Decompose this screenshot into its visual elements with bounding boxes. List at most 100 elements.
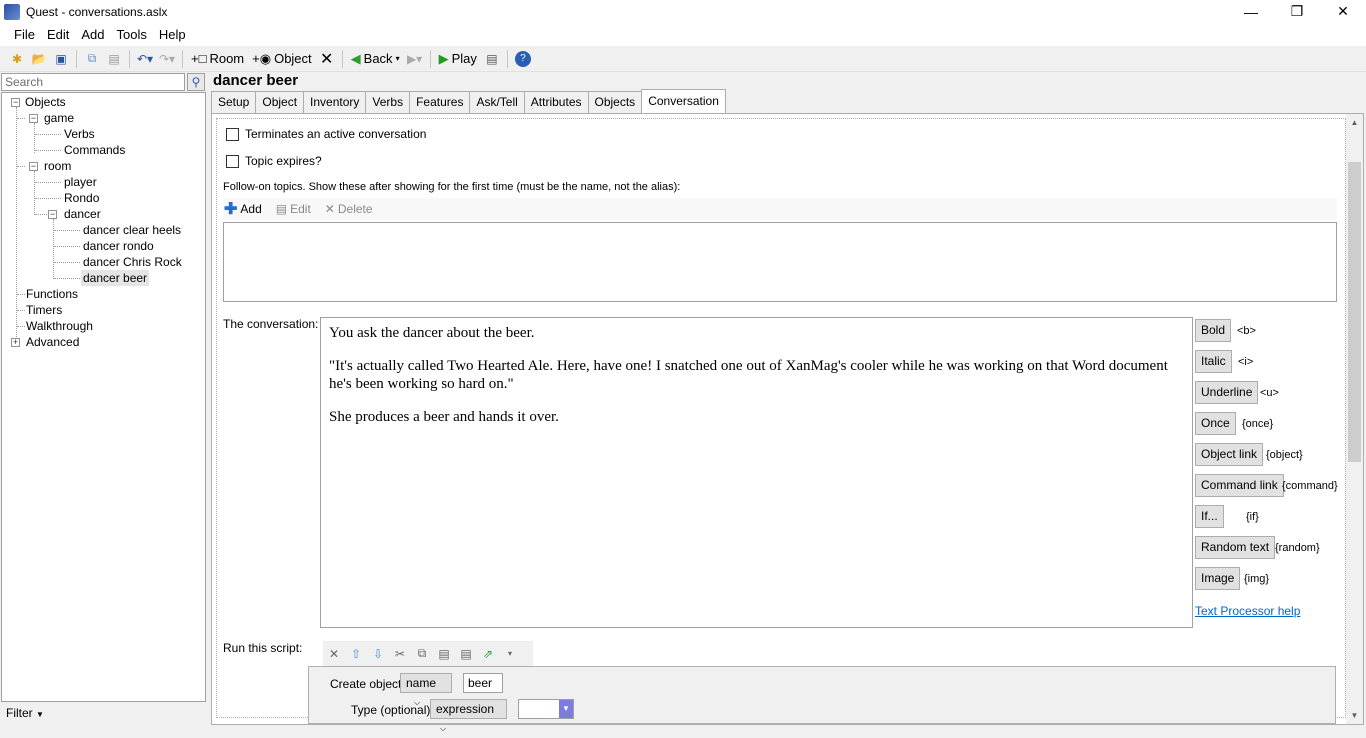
tree-item-advanced[interactable]: Advanced xyxy=(26,335,79,349)
type-input[interactable]: ▼ xyxy=(518,699,574,719)
random-text-button[interactable]: Random text xyxy=(1195,536,1276,559)
name-input[interactable]: beer xyxy=(463,673,503,693)
scroll-up-icon[interactable]: ▲ xyxy=(1346,114,1363,131)
vertical-scrollbar[interactable]: ▲ ▼ xyxy=(1346,114,1363,724)
save-icon[interactable]: ▣ xyxy=(53,51,69,67)
tab-inventory[interactable]: Inventory xyxy=(303,91,367,113)
chevron-down-icon[interactable]: ▾ xyxy=(502,646,518,662)
name-select[interactable]: name ⌵ xyxy=(400,673,452,707)
run-script-label: Run this script: xyxy=(223,641,303,655)
plus-icon: +□ xyxy=(191,51,207,66)
tab-objects[interactable]: Objects xyxy=(587,91,643,113)
cut-icon[interactable]: ✂ xyxy=(392,646,408,662)
underline-button[interactable]: Underline xyxy=(1195,381,1259,404)
move-down-icon[interactable]: ⇩ xyxy=(370,646,386,662)
follow-on-list[interactable] xyxy=(223,222,1337,302)
chevron-down-icon[interactable]: ▼ xyxy=(559,700,573,718)
new-file-icon[interactable]: ✱ xyxy=(9,51,25,67)
paste-icon[interactable]: ▤ xyxy=(436,646,452,662)
tree-item-dancer[interactable]: dancer xyxy=(64,207,101,221)
tree-item-commands[interactable]: Commands xyxy=(64,143,125,157)
search-icon[interactable]: ⚲ xyxy=(187,73,205,91)
edit-topic-button[interactable]: ▤ Edit xyxy=(276,202,311,216)
menu-tools[interactable]: Tools xyxy=(117,27,147,42)
expand-icon[interactable]: + xyxy=(11,338,20,347)
redo-icon[interactable]: ↷▾ xyxy=(159,51,175,67)
play-button[interactable]: ▶ Play xyxy=(439,51,477,67)
paste-icon[interactable]: ▤ xyxy=(106,51,122,67)
terminates-checkbox-row[interactable]: Terminates an active conversation xyxy=(226,127,426,141)
conversation-panel: Terminates an active conversation Topic … xyxy=(211,113,1364,733)
if-button[interactable]: If... xyxy=(1195,505,1224,528)
tab-setup[interactable]: Setup xyxy=(211,91,257,113)
bold-button[interactable]: Bold xyxy=(1195,319,1232,342)
close-icon[interactable]: ✕ xyxy=(1320,0,1366,23)
undo-icon[interactable]: ↶▾ xyxy=(137,51,153,67)
topic-expires-checkbox[interactable] xyxy=(226,154,239,168)
conversation-editor[interactable]: You ask the dancer about the beer. "It's… xyxy=(320,317,1193,628)
scrollbar-thumb[interactable] xyxy=(1348,162,1361,462)
tree-item-room[interactable]: room xyxy=(44,159,71,173)
command-link-button[interactable]: Command link xyxy=(1195,474,1284,497)
tree-item-dancer-beer[interactable]: dancer beer xyxy=(81,270,150,286)
text-processor-help-link[interactable]: Text Processor help xyxy=(1195,604,1300,618)
tab-attributes[interactable]: Attributes xyxy=(523,91,589,113)
menu-edit[interactable]: Edit xyxy=(47,27,69,42)
collapse-icon[interactable]: − xyxy=(29,162,38,171)
tree-item-functions[interactable]: Functions xyxy=(26,287,78,301)
tab-features[interactable]: Features xyxy=(409,91,471,113)
search-input[interactable]: Search xyxy=(1,73,185,91)
once-button[interactable]: Once xyxy=(1195,412,1236,435)
copy-icon[interactable]: ⧉ xyxy=(414,646,430,662)
if-code: {if} xyxy=(1246,511,1259,523)
tree-item-player[interactable]: player xyxy=(64,175,97,189)
collapse-icon[interactable]: − xyxy=(29,114,38,123)
tree-item-dancer-clear-heels[interactable]: dancer clear heels xyxy=(83,223,181,237)
image-button[interactable]: Image xyxy=(1195,567,1241,590)
tree-item-timers[interactable]: Timers xyxy=(26,303,62,317)
menu-help[interactable]: Help xyxy=(159,27,186,42)
code-view-icon[interactable]: ▤ xyxy=(484,51,500,67)
add-topic-button[interactable]: ✚ Add xyxy=(224,199,262,219)
terminates-checkbox[interactable] xyxy=(226,127,239,141)
filter-label: Filter xyxy=(6,706,33,720)
back-button[interactable]: ◀ Back ▾ xyxy=(351,51,400,67)
help-icon[interactable]: ? xyxy=(514,50,531,67)
delete-icon[interactable]: ✕ xyxy=(319,51,335,68)
add-object-button[interactable]: +◉ Object xyxy=(252,51,312,67)
topic-expires-checkbox-row[interactable]: Topic expires? xyxy=(226,154,322,168)
menu-file[interactable]: File xyxy=(14,27,35,42)
forward-arrow-icon[interactable]: ▶▾ xyxy=(407,51,423,67)
tab-ask-tell[interactable]: Ask/Tell xyxy=(469,91,525,113)
menu-add[interactable]: Add xyxy=(81,27,104,42)
tab-object[interactable]: Object xyxy=(255,91,305,113)
open-folder-icon[interactable]: 📂 xyxy=(31,51,47,67)
popout-icon[interactable]: ⇗ xyxy=(480,646,496,662)
collapse-icon[interactable]: − xyxy=(11,98,20,107)
once-code: {once} xyxy=(1242,418,1274,430)
tree-item-rondo[interactable]: Rondo xyxy=(64,191,99,205)
collapse-icon[interactable]: − xyxy=(48,210,57,219)
object-link-button[interactable]: Object link xyxy=(1195,443,1264,466)
delete-topic-button[interactable]: ✕ Delete xyxy=(325,202,373,216)
tree-item-dancer-rondo[interactable]: dancer rondo xyxy=(83,239,154,253)
tab-conversation[interactable]: Conversation xyxy=(641,89,726,113)
tree-item-game[interactable]: game xyxy=(44,111,74,125)
minimize-icon[interactable]: — xyxy=(1228,0,1274,23)
restore-icon[interactable]: ❐ xyxy=(1274,0,1320,23)
code-view-icon[interactable]: ▤ xyxy=(458,646,474,662)
tree-item-dancer-chris-rock[interactable]: dancer Chris Rock xyxy=(83,255,182,269)
move-up-icon[interactable]: ⇧ xyxy=(348,646,364,662)
tab-verbs[interactable]: Verbs xyxy=(365,91,411,113)
filter-button[interactable]: Filter ▼ xyxy=(6,706,44,720)
type-select[interactable]: expression ⌵ xyxy=(430,699,507,733)
tree-item-walkthrough[interactable]: Walkthrough xyxy=(26,319,93,333)
copy-icon[interactable]: ⧉ xyxy=(84,51,100,67)
italic-button[interactable]: Italic xyxy=(1195,350,1232,373)
tree-item-objects[interactable]: Objects xyxy=(25,95,66,109)
tree-item-verbs[interactable]: Verbs xyxy=(64,127,95,141)
delete-icon[interactable]: ✕ xyxy=(326,646,342,662)
add-room-button[interactable]: +□ Room xyxy=(191,51,244,66)
scroll-down-icon[interactable]: ▼ xyxy=(1346,707,1363,724)
topic-expires-label: Topic expires? xyxy=(245,154,322,168)
